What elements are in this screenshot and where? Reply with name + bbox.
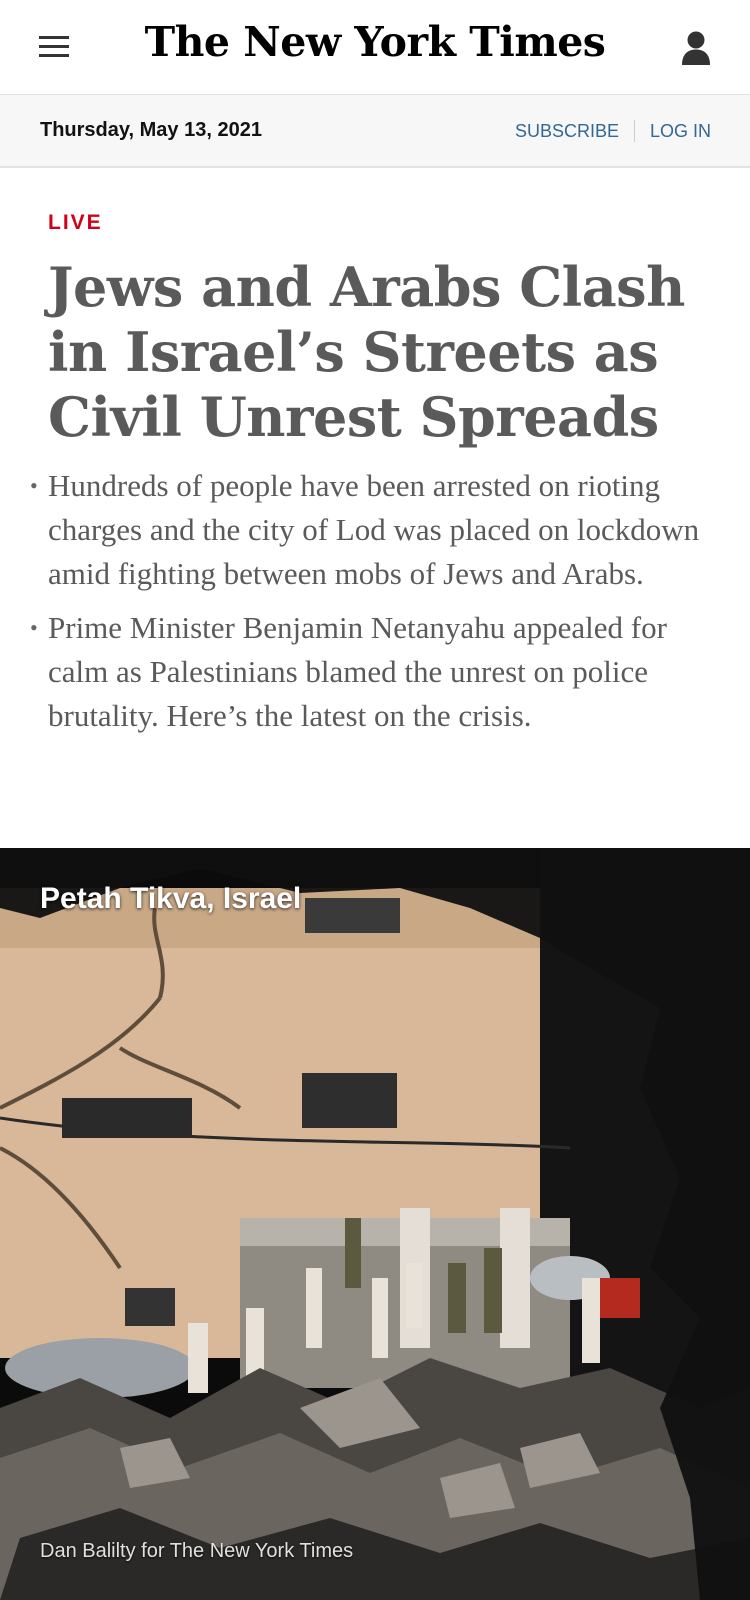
lead-photo[interactable]: Petah Tikva, Israel Dan Balilty for The … <box>0 848 750 1600</box>
summary-bullet: • Hundreds of people have been arrested … <box>30 464 702 596</box>
nyt-logo[interactable]: The New York Times <box>0 18 750 66</box>
auth-links: SUBSCRIBE LOG IN <box>515 120 711 142</box>
summary-bullet: • Prime Minister Benjamin Netanyahu appe… <box>30 606 702 738</box>
summary-bullet-text: Hundreds of people have been arrested on… <box>48 468 700 591</box>
article-summary: LIVE Jews and Arabs Clash in Israel’s St… <box>0 211 750 738</box>
bullet-icon: • <box>30 473 38 498</box>
user-account-icon[interactable] <box>680 30 712 66</box>
date-bar: Thursday, May 13, 2021 SUBSCRIBE LOG IN <box>0 95 750 168</box>
live-badge: LIVE <box>48 211 103 234</box>
photo-credit: Dan Balilty for The New York Times <box>40 1540 354 1562</box>
current-date: Thursday, May 13, 2021 <box>40 119 262 141</box>
article-headline[interactable]: Jews and Arabs Clash in Israel’s Streets… <box>48 255 702 450</box>
summary-bullets: • Hundreds of people have been arrested … <box>30 464 702 738</box>
divider <box>633 120 635 142</box>
top-navigation-bar: The New York Times <box>0 0 750 95</box>
rubble-scene-image <box>0 848 750 1600</box>
subscribe-link[interactable]: SUBSCRIBE <box>515 121 619 142</box>
photo-location-label: Petah Tikva, Israel <box>40 882 302 915</box>
bullet-icon: • <box>30 615 38 640</box>
login-link[interactable]: LOG IN <box>650 121 711 142</box>
summary-bullet-text: Prime Minister Benjamin Netanyahu appeal… <box>48 610 667 733</box>
